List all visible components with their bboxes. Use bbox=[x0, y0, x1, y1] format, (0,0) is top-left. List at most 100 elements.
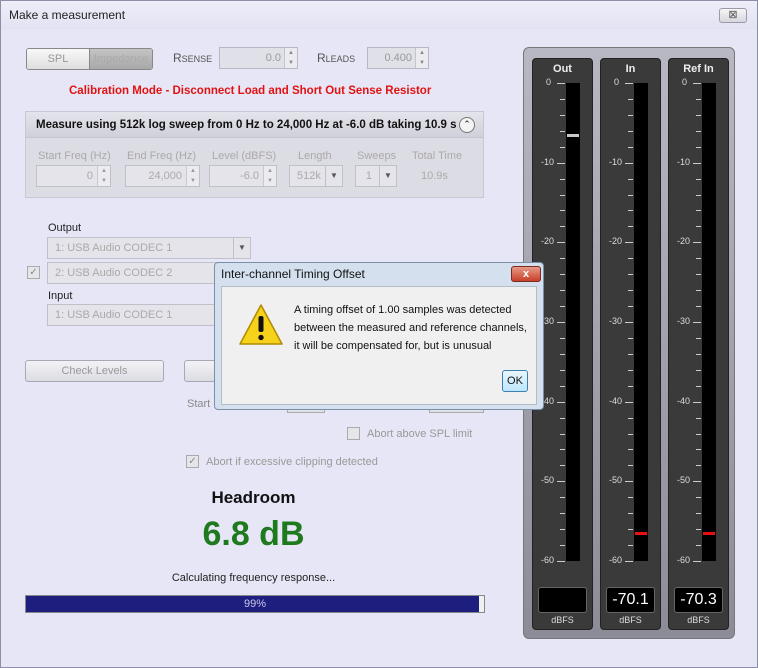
sweep-header[interactable]: Measure using 512k log sweep from 0 Hz t… bbox=[26, 112, 483, 138]
timing-offset-dialog: Inter-channel Timing Offset x A timing o… bbox=[214, 262, 544, 410]
input-label: Input bbox=[48, 290, 73, 302]
dialog-close-button[interactable]: x bbox=[511, 266, 541, 282]
meter-tick bbox=[560, 130, 565, 132]
meter-tick bbox=[628, 178, 633, 180]
meter-tick bbox=[693, 401, 701, 403]
meter-tick bbox=[696, 353, 701, 355]
meter-tick bbox=[628, 497, 633, 499]
length-select[interactable]: 512k ▼ bbox=[289, 165, 343, 187]
meter-tick bbox=[625, 242, 633, 244]
end-freq-input[interactable]: 24,000 ▲ ▼ bbox=[125, 165, 200, 187]
meter-tick-label: -50 bbox=[677, 475, 691, 486]
meter-tick bbox=[693, 481, 701, 483]
meter-tick bbox=[560, 449, 565, 451]
meter-tick bbox=[696, 178, 701, 180]
meter-tick bbox=[560, 545, 565, 547]
meter-tick bbox=[560, 513, 565, 515]
meter-tick bbox=[693, 561, 701, 562]
meter-readout: -70.3 bbox=[674, 587, 723, 613]
meter-tick bbox=[625, 561, 633, 562]
meter-tick bbox=[625, 322, 633, 323]
dialog-title: Inter-channel Timing Offset bbox=[221, 267, 365, 281]
mode-toggle[interactable]: SPL Impedance bbox=[26, 48, 153, 70]
ok-button[interactable]: OK bbox=[502, 370, 528, 392]
meter-tick bbox=[696, 465, 701, 467]
meter-tick-label: -50 bbox=[541, 475, 555, 486]
meter-tick-label: -50 bbox=[609, 475, 623, 486]
meter-tick bbox=[693, 242, 701, 244]
output-device-select[interactable]: 1: USB Audio CODEC 1 ▼ bbox=[47, 237, 251, 259]
meter-tick bbox=[557, 481, 565, 483]
meter-tick-label: -60 bbox=[677, 555, 691, 565]
meter-tick bbox=[696, 226, 701, 228]
meter-tick bbox=[628, 226, 633, 228]
start-label: Start bbox=[187, 398, 211, 410]
sweep-title: Measure using 512k log sweep from 0 Hz t… bbox=[36, 119, 457, 131]
sweep-panel: Measure using 512k log sweep from 0 Hz t… bbox=[25, 111, 484, 198]
rleads-input[interactable]: 0.400 ▲ ▼ bbox=[367, 47, 429, 69]
impedance-mode-button[interactable]: Impedance bbox=[89, 49, 152, 69]
headroom-value: 6.8 dB bbox=[202, 515, 305, 553]
meter-tick-label: -30 bbox=[609, 316, 623, 326]
meter-tick bbox=[557, 83, 565, 84]
meter-tick bbox=[560, 337, 565, 339]
meter-tick bbox=[696, 146, 701, 148]
collapse-icon[interactable]: ⌃ bbox=[459, 117, 475, 133]
spinner-arrows-icon[interactable]: ▲ ▼ bbox=[97, 166, 110, 186]
meter-tick bbox=[625, 83, 633, 84]
meter-tick bbox=[560, 210, 565, 212]
meter-tick bbox=[696, 274, 701, 276]
meter-tick bbox=[696, 385, 701, 387]
meter-tick bbox=[625, 401, 633, 403]
dialog-message: A timing offset of 1.00 samples was dete… bbox=[294, 301, 534, 355]
meter-readout bbox=[538, 587, 587, 613]
rleads-label: RLEADS bbox=[317, 51, 356, 65]
meter-tick bbox=[628, 114, 633, 116]
warning-icon bbox=[239, 304, 283, 345]
meter-tick bbox=[560, 98, 565, 100]
meter-tick bbox=[696, 98, 701, 100]
start-freq-header: Start Freq (Hz) bbox=[38, 150, 111, 162]
meter-tick bbox=[560, 306, 565, 308]
meter-tick bbox=[693, 322, 701, 323]
meter-tick-label: -40 bbox=[609, 395, 623, 406]
level-input[interactable]: -6.0 ▲ ▼ bbox=[209, 165, 277, 187]
meter-tick bbox=[696, 130, 701, 132]
meter-tick bbox=[557, 162, 565, 164]
rsense-input[interactable]: 0.0 ▲ ▼ bbox=[219, 47, 298, 69]
spl-mode-button[interactable]: SPL bbox=[27, 49, 89, 69]
meter-tick bbox=[628, 353, 633, 355]
sweeps-select[interactable]: 1 ▼ bbox=[355, 165, 397, 187]
abort-clipping-label: Abort if excessive clipping detected bbox=[206, 456, 378, 468]
meter-tick-label: -10 bbox=[541, 156, 555, 167]
measurement-window: Make a measurement ⊠ SPL Impedance RSENS… bbox=[0, 0, 758, 668]
spinner-arrows-icon[interactable]: ▲ ▼ bbox=[186, 166, 199, 186]
progress-bar: 99% bbox=[25, 595, 485, 613]
meter-title: Ref In bbox=[683, 63, 714, 75]
window-close-button[interactable]: ⊠ bbox=[719, 8, 747, 23]
meter-tick bbox=[628, 258, 633, 260]
start-freq-input[interactable]: 0 ▲ ▼ bbox=[36, 165, 111, 187]
calibration-warning: Calibration Mode - Disconnect Load and S… bbox=[69, 85, 432, 97]
abort-spl-checkbox[interactable] bbox=[347, 427, 360, 440]
spinner-arrows-icon[interactable]: ▲ ▼ bbox=[415, 48, 428, 68]
output-label: Output bbox=[48, 222, 82, 234]
meter-tick bbox=[560, 433, 565, 435]
reference-checkbox[interactable]: ✓ bbox=[27, 266, 40, 279]
meter-column bbox=[702, 83, 716, 561]
meter-tick bbox=[628, 465, 633, 467]
end-freq-header: End Freq (Hz) bbox=[127, 150, 197, 162]
title-bar: Make a measurement ⊠ bbox=[1, 1, 757, 29]
window-title: Make a measurement bbox=[9, 8, 126, 22]
meter-tick bbox=[628, 449, 633, 451]
meter-peak-marker bbox=[635, 532, 647, 536]
meter-tick bbox=[557, 322, 565, 323]
check-levels-button[interactable]: Check Levels bbox=[25, 360, 164, 382]
spinner-arrows-icon[interactable]: ▲ ▼ bbox=[284, 48, 297, 68]
meter-tick-label: -20 bbox=[541, 236, 555, 247]
meter-peak-marker bbox=[703, 532, 715, 536]
spinner-arrows-icon[interactable]: ▲ ▼ bbox=[263, 166, 276, 186]
abort-clipping-checkbox[interactable]: ✓ bbox=[186, 455, 199, 468]
meter-tick bbox=[560, 274, 565, 276]
meter-title: In bbox=[625, 63, 636, 75]
